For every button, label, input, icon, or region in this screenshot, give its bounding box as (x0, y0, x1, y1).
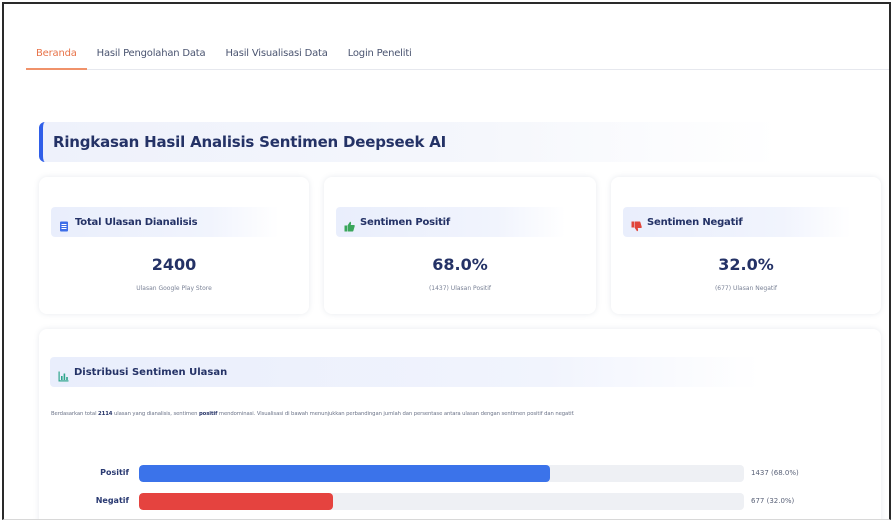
bar-track (139, 493, 744, 510)
card-label: Total Ulasan Dianalisis (75, 216, 198, 228)
desc-text: ulasan yang dianalisis, sentimen (113, 411, 198, 417)
total-reviews-value: 2400 (151, 255, 197, 274)
negative-sentiment-card: Sentimen Negatif 32.0% (677) Ulasan Nega… (611, 177, 881, 314)
sentiment-distribution-panel: Distribusi Sentimen Ulasan Berdasarkan t… (39, 329, 881, 519)
card-header: Total Ulasan Dianalisis (51, 207, 279, 237)
card-header: Sentimen Negatif (623, 207, 851, 237)
app-window: Beranda Hasil Pengolahan Data Hasil Visu… (2, 2, 891, 520)
card-label: Sentimen Positif (360, 216, 451, 228)
desc-count: 2114 (98, 411, 113, 417)
document-icon (59, 217, 69, 231)
distribution-title: Distribusi Sentimen Ulasan (74, 366, 228, 378)
bar-track (139, 465, 744, 482)
positive-bar (139, 465, 551, 482)
tab-login-peneliti[interactable]: Login Peneliti (338, 40, 422, 70)
thumbs-down-icon (631, 217, 642, 231)
card-header: Sentimen Positif (336, 207, 566, 237)
distribution-row-positive: Positif 1437 (68.0%) (39, 464, 881, 484)
distribution-row-negative: Negatif 677 (32.0%) (39, 492, 881, 512)
row-label: Positif (100, 468, 129, 477)
distribution-header: Distribusi Sentimen Ulasan (50, 357, 760, 387)
desc-text: Berdasarkan total (51, 411, 97, 417)
distribution-description: Berdasarkan total 2114 ulasan yang diana… (51, 411, 575, 417)
desc-highlight: positif (198, 411, 218, 417)
tab-bar: Beranda Hasil Pengolahan Data Hasil Visu… (26, 40, 889, 70)
card-caption: Ulasan Google Play Store (136, 285, 212, 292)
bar-chart-icon (58, 367, 69, 381)
row-value: 1437 (68.0%) (751, 469, 799, 477)
positive-sentiment-card: Sentimen Positif 68.0% (1437) Ulasan Pos… (324, 177, 596, 314)
desc-text: mendominasi. Visualisasi di bawah menunj… (218, 411, 575, 417)
tab-hasil-visualisasi-data[interactable]: Hasil Visualisasi Data (215, 40, 337, 70)
row-value: 677 (32.0%) (751, 497, 795, 505)
summary-header: Ringkasan Hasil Analisis Sentimen Deepse… (39, 122, 779, 162)
total-reviews-card: Total Ulasan Dianalisis 2400 Ulasan Goog… (39, 177, 309, 314)
negative-bar (139, 493, 333, 510)
tab-hasil-pengolahan-data[interactable]: Hasil Pengolahan Data (87, 40, 216, 70)
page-title: Ringkasan Hasil Analisis Sentimen Deepse… (53, 133, 447, 151)
card-label: Sentimen Negatif (647, 216, 743, 228)
card-caption: (677) Ulasan Negatif (714, 285, 778, 292)
card-caption: (1437) Ulasan Positif (428, 285, 492, 292)
positive-sentiment-value: 68.0% (432, 255, 488, 274)
row-label: Negatif (95, 496, 129, 505)
negative-sentiment-value: 32.0% (718, 255, 774, 274)
thumbs-up-icon (344, 217, 355, 231)
tab-beranda[interactable]: Beranda (26, 40, 87, 70)
